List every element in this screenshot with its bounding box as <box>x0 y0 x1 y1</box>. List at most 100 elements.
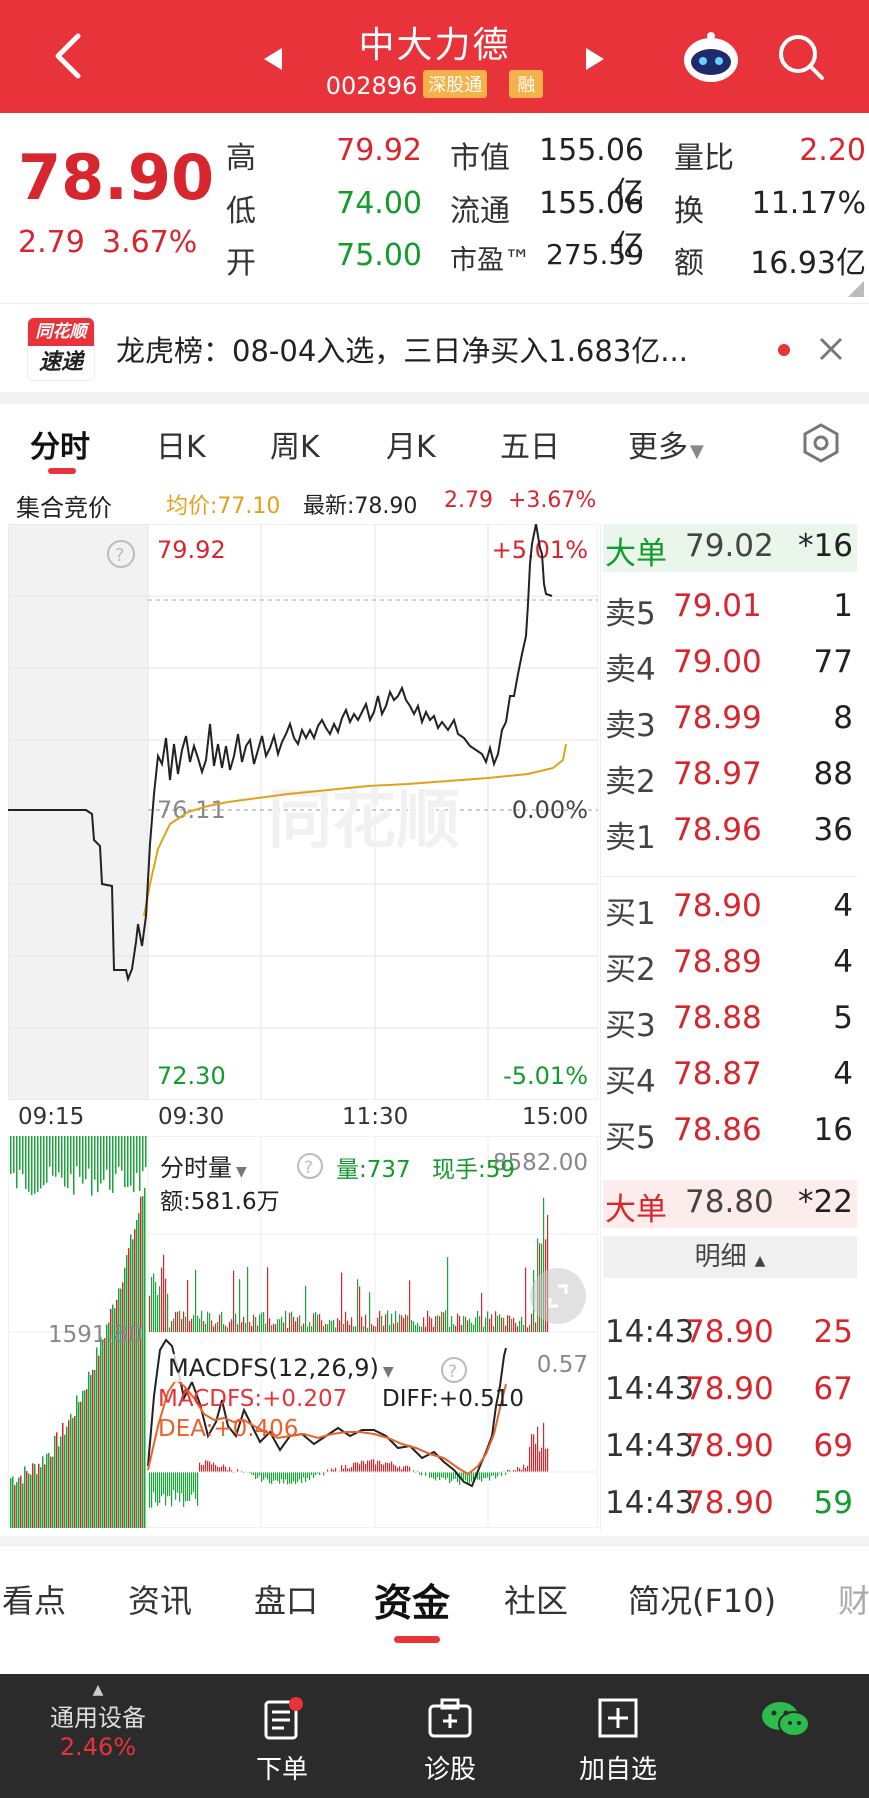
sector-index[interactable]: ▲ 通用设备 2.46% <box>28 1682 168 1761</box>
macd-bar <box>451 1472 453 1482</box>
macd-bar <box>453 1472 455 1480</box>
macd-bar <box>213 1462 215 1472</box>
connect-tag[interactable]: 深股通 <box>423 70 488 98</box>
time-label-open-auction: 09:15 <box>18 1104 85 1130</box>
trade-row: 14:43 78.90 69 <box>603 1424 857 1472</box>
dropdown-icon: ▼ <box>236 1164 247 1180</box>
volume-bar <box>465 1316 467 1332</box>
macd-bar <box>367 1460 369 1472</box>
volume-bar <box>247 1266 249 1332</box>
macd-bar <box>157 1472 159 1506</box>
macd-bar <box>179 1472 181 1502</box>
next-stock-icon[interactable] <box>584 46 606 72</box>
level-volume: 88 <box>813 756 853 792</box>
volume-bar <box>487 1311 489 1332</box>
auction-volume-bar <box>98 1355 100 1528</box>
volume-bar <box>239 1279 241 1332</box>
volume-bar <box>513 1317 515 1332</box>
volume-bar <box>477 1310 479 1332</box>
price-axis-bottom: 72.30 <box>157 1062 226 1090</box>
macd-bar <box>263 1472 265 1480</box>
ask-level: 卖2 78.97 88 <box>603 752 857 800</box>
detail-toggle[interactable]: 明细 ▲ <box>603 1236 857 1278</box>
diagnose-button[interactable]: 诊股 <box>380 1696 520 1786</box>
robot-assistant-icon[interactable] <box>680 28 742 84</box>
macd-bar <box>299 1472 301 1480</box>
volume-bar <box>319 1313 321 1332</box>
tab-week-k[interactable]: 周K <box>270 422 320 466</box>
macd-bar <box>185 1472 187 1502</box>
level-label: 卖1 <box>605 820 656 856</box>
wechat-share-button[interactable] <box>716 1696 856 1749</box>
auction-volume-bar <box>49 1136 51 1167</box>
level-label: 卖5 <box>605 596 656 632</box>
macd-bar <box>363 1461 365 1472</box>
search-icon[interactable] <box>776 32 828 84</box>
volume-bar <box>283 1322 285 1332</box>
tab-five-day[interactable]: 五日 <box>500 422 560 466</box>
volume-bar <box>361 1316 363 1332</box>
tab-day-k[interactable]: 日K <box>156 422 206 466</box>
help-icon[interactable]: ? <box>296 1152 324 1180</box>
macd-bar <box>361 1460 363 1472</box>
level-volume: 1 <box>833 588 853 624</box>
auction-volume-bar <box>62 1422 64 1528</box>
tab-month-k[interactable]: 月K <box>386 422 436 466</box>
tab-community[interactable]: 社区 <box>504 1576 568 1622</box>
level-label: 买4 <box>605 1064 656 1100</box>
macd-bar <box>501 1472 503 1476</box>
auction-volume-bar <box>138 1212 140 1528</box>
fullscreen-button[interactable] <box>530 1268 586 1324</box>
macd-bar <box>517 1466 519 1472</box>
macd-indicator-select[interactable]: MACDFS(12,26,9) ▼ <box>168 1354 394 1382</box>
macd-bar <box>381 1464 383 1472</box>
trade-time: 14:43 <box>605 1314 695 1350</box>
macd-bar <box>225 1466 227 1472</box>
tab-f10[interactable]: 简况(F10) <box>628 1576 776 1622</box>
auction-volume-bar <box>80 1401 82 1528</box>
tab-intraday[interactable]: 分时 <box>30 422 90 466</box>
auction-volume-bar <box>108 1322 110 1528</box>
macd-bar <box>313 1472 315 1478</box>
level-price: 78.90 <box>673 888 762 924</box>
trade-volume: 69 <box>813 1428 853 1464</box>
tab-news[interactable]: 资讯 <box>128 1576 192 1622</box>
help-icon[interactable]: ? <box>440 1356 468 1384</box>
tab-orderbook[interactable]: 盘口 <box>254 1576 318 1622</box>
tab-funds[interactable]: 资金 <box>374 1572 450 1627</box>
volume-bar <box>277 1319 279 1332</box>
auction-volume-bar <box>121 1136 123 1171</box>
intraday-price-chart[interactable]: 同花顺 ? 79.92 +5.01% 76.11 0.00% 72.30 -5.… <box>8 524 598 1100</box>
auction-volume-bar <box>136 1219 138 1528</box>
auction-volume-bar <box>70 1414 72 1528</box>
tab-highlights[interactable]: 看点 <box>2 1576 66 1622</box>
macd-bar <box>173 1472 175 1491</box>
open-label: 开 <box>226 246 256 281</box>
level-price: 78.99 <box>673 700 762 736</box>
tab-finance[interactable]: 财 <box>838 1576 869 1622</box>
auction-volume-bar <box>100 1336 102 1528</box>
watermark: 同花顺 <box>268 784 460 858</box>
order-button[interactable]: 下单 <box>212 1696 352 1786</box>
level-price: 78.87 <box>673 1056 762 1092</box>
margin-tag[interactable]: 融 <box>509 70 544 98</box>
auction-volume-bar <box>91 1136 93 1196</box>
tab-more[interactable]: 更多 ▼ <box>628 422 704 466</box>
add-watchlist-button[interactable]: 加自选 <box>548 1696 688 1786</box>
macd-bar <box>355 1462 357 1472</box>
svg-text:?: ? <box>304 1158 313 1178</box>
auction-volume-bar <box>118 1136 120 1167</box>
news-flash-bar[interactable]: 同花顺 速递 龙虎榜：08-04入选，三日净买入1.683亿... <box>0 303 869 395</box>
settings-hex-icon[interactable] <box>800 422 842 464</box>
bid-level: 买2 78.89 4 <box>603 940 857 988</box>
auction-volume-bar <box>73 1136 75 1195</box>
latest-change: 2.79 <box>444 488 493 513</box>
expand-corner-icon[interactable] <box>848 281 864 297</box>
macd-bar <box>375 1464 377 1472</box>
volume-macd-chart[interactable]: 1591.80 8582.00 0.57 <box>8 1136 598 1528</box>
volume-indicator-select[interactable]: 分时量 ▼ <box>160 1148 247 1183</box>
high-label: 高 <box>226 141 256 176</box>
close-icon[interactable] <box>818 336 844 362</box>
trade-price: 78.90 <box>685 1485 774 1521</box>
volume-bar <box>187 1279 189 1332</box>
